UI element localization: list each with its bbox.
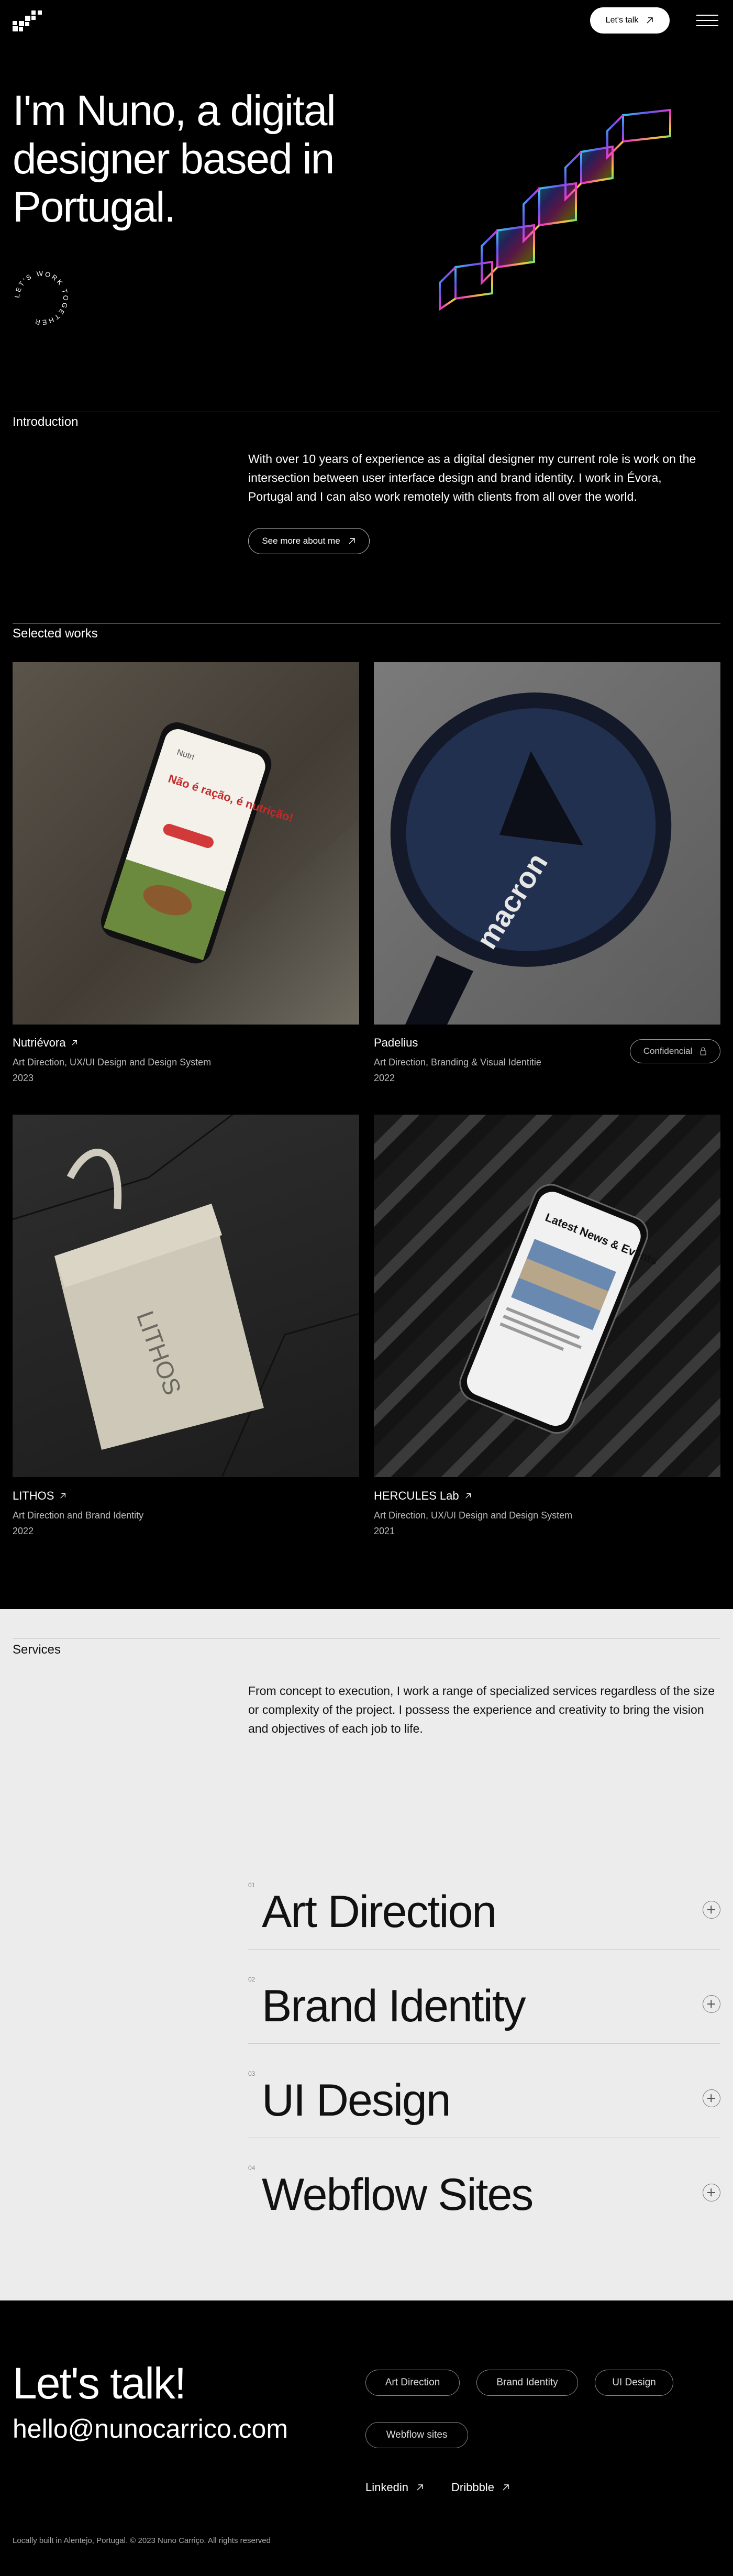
- work-year: 2022: [13, 1526, 34, 1536]
- copyright-text: Locally built in Alentejo, Portugal. © 2…: [13, 2536, 271, 2545]
- arrow-up-right-icon: [349, 538, 355, 544]
- hero-holographic-cubes-image: [439, 108, 671, 311]
- services-text: From concept to execution, I work a rang…: [248, 1684, 715, 1735]
- padelius-project-image[interactable]: macron: [374, 662, 720, 1025]
- section-label-selected-works: Selected works: [13, 626, 98, 641]
- plus-icon[interactable]: [703, 1901, 720, 1919]
- hero-title: I'm Nuno, a digital designer based in Po…: [13, 87, 336, 231]
- divider: [13, 623, 720, 624]
- arrow-up-right-icon: [503, 2484, 509, 2491]
- service-ui-design[interactable]: 03 UI Design: [248, 2044, 720, 2138]
- service-brand-identity[interactable]: 02 Brand Identity: [248, 1950, 720, 2044]
- tag-ui-design[interactable]: UI Design: [595, 2370, 673, 2396]
- lock-icon: [700, 1047, 706, 1055]
- phone-mockup: Nutri Não é ração, é nutrição!: [13, 662, 359, 1025]
- intro-text: With over 10 years of experience as a di…: [248, 452, 696, 503]
- hamburger-menu-icon[interactable]: [696, 15, 718, 26]
- arrow-up-right-icon: [465, 1493, 471, 1499]
- service-name: Art Direction: [262, 1887, 497, 1937]
- lets-talk-button[interactable]: Let's talk: [590, 7, 670, 34]
- tag-brand-identity[interactable]: Brand Identity: [476, 2370, 578, 2396]
- badge-text: LET'S WORK TOGETHER: [13, 270, 68, 327]
- work-year: 2023: [13, 1073, 34, 1083]
- section-label-services: Services: [13, 1643, 61, 1657]
- section-label-introduction: Introduction: [13, 415, 79, 429]
- work-title-lithos[interactable]: LITHOS: [13, 1489, 66, 1503]
- linkedin-link[interactable]: Linkedin: [365, 2481, 424, 2494]
- arrow-up-right-icon: [647, 17, 653, 24]
- confidential-badge: Confidencial: [630, 1039, 720, 1063]
- work-subtitle: Art Direction, UX/UI Design and Design S…: [374, 1510, 573, 1521]
- service-number: 01: [248, 1881, 256, 1889]
- footer-heading: Let's talk!: [13, 2359, 186, 2408]
- work-subtitle: Art Direction, UX/UI Design and Design S…: [13, 1057, 212, 1067]
- padel-racket-image: macron: [390, 692, 672, 1025]
- service-name: Webflow Sites: [262, 2170, 534, 2220]
- lithos-project-image[interactable]: LITHOS: [13, 1115, 359, 1477]
- services-section: Services From concept to execution, I wo…: [0, 1609, 733, 2300]
- service-number: 02: [248, 1976, 256, 1983]
- service-webflow-sites[interactable]: 04 Webflow Sites: [248, 2138, 720, 2232]
- work-title-hercules-lab[interactable]: HERCULES Lab: [374, 1489, 472, 1503]
- arrow-up-right-icon: [60, 1493, 66, 1499]
- work-subtitle: Art Direction, Branding & Visual Identit…: [374, 1057, 541, 1067]
- confidential-label: Confidencial: [643, 1046, 693, 1056]
- nutrievora-project-image[interactable]: Nutri Não é ração, é nutrição!: [13, 662, 359, 1025]
- plus-icon[interactable]: [703, 2184, 720, 2201]
- tag-webflow-sites[interactable]: Webflow sites: [365, 2422, 468, 2448]
- tag-art-direction[interactable]: Art Direction: [365, 2370, 460, 2396]
- see-more-label: See more about me: [262, 536, 340, 546]
- see-more-button[interactable]: See more about me: [248, 528, 370, 554]
- lets-talk-label: Let's talk: [605, 16, 639, 25]
- footer-email-link[interactable]: hello@nunocarrico.com: [13, 2414, 288, 2444]
- service-number: 03: [248, 2070, 256, 2077]
- phone-mockup: Latest News & Events: [459, 1184, 659, 1434]
- service-name: Brand Identity: [262, 1981, 526, 2031]
- plus-icon[interactable]: [703, 2089, 720, 2107]
- work-year: 2022: [374, 1073, 395, 1083]
- service-art-direction[interactable]: 01 Art Direction: [248, 1855, 720, 1950]
- service-name: UI Design: [262, 2075, 451, 2126]
- dribbble-label: Dribbble: [451, 2481, 494, 2494]
- work-title-padelius[interactable]: Padelius: [374, 1036, 418, 1050]
- svg-text:LET'S WORK TOGETHER: LET'S WORK TOGETHER: [13, 270, 70, 327]
- arrow-up-right-icon: [417, 2484, 423, 2491]
- linkedin-label: Linkedin: [365, 2481, 408, 2494]
- site-header: Let's talk: [0, 0, 733, 42]
- dribbble-link[interactable]: Dribbble: [451, 2481, 510, 2494]
- tote-bag-image: LITHOS: [13, 1115, 359, 1477]
- work-title-label: Padelius: [374, 1036, 418, 1049]
- service-number: 04: [248, 2164, 256, 2172]
- lets-work-together-badge[interactable]: LET'S WORK TOGETHER: [13, 269, 70, 327]
- work-title-nutrievora[interactable]: Nutriévora: [13, 1036, 78, 1050]
- work-title-label: Nutriévora: [13, 1036, 66, 1049]
- hercules-lab-project-image[interactable]: Latest News & Events: [374, 1115, 720, 1477]
- divider: [13, 1638, 720, 1639]
- work-title-label: LITHOS: [13, 1489, 54, 1502]
- work-year: 2021: [374, 1526, 395, 1536]
- plus-icon[interactable]: [703, 1995, 720, 2013]
- pixel-logo-icon[interactable]: [13, 10, 42, 31]
- work-subtitle: Art Direction and Brand Identity: [13, 1510, 144, 1521]
- arrow-up-right-icon: [72, 1040, 77, 1045]
- work-title-label: HERCULES Lab: [374, 1489, 459, 1502]
